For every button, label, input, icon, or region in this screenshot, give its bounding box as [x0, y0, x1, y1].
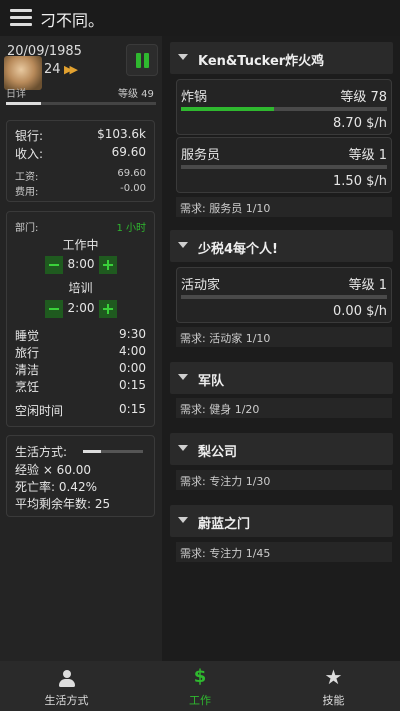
department-period[interactable]: 1 小时: [116, 219, 146, 234]
lifestyle-panel[interactable]: 生活方式: 经验 × 60.00 死亡率: 0.42% 平均剩余年数: 25: [6, 435, 155, 517]
schedule-panel: 部门: 1 小时 工作中 8:00 培训 2:00 睡觉 9:30 旅行 4:0…: [6, 211, 155, 427]
death-rate: 死亡率: 0.42%: [15, 480, 97, 494]
department-label: 部门:: [15, 223, 39, 234]
expense-label: 费用:: [15, 187, 39, 198]
working-hours-stepper: 8:00: [45, 256, 117, 274]
requirement-text: 需求: 专注力 1/45: [176, 542, 392, 562]
schedule-row: 清洁 0:00: [15, 361, 146, 377]
fast-forward-icon[interactable]: ▶▶: [64, 63, 78, 76]
character-caption: 日详: [6, 89, 26, 100]
training-label: 培训: [68, 281, 93, 295]
schedule-row: 旅行 4:00: [15, 344, 146, 360]
character-level: 等级 49: [118, 89, 154, 100]
job-waiter[interactable]: 服务员 等级 1 1.50 $/h: [176, 137, 392, 193]
bottom-nav: 生活方式 $ 工作 ★ 技能: [0, 661, 400, 711]
character-age: 24: [44, 62, 61, 77]
job-fryer[interactable]: 炸锅 等级 78 8.70 $/h: [176, 79, 392, 135]
tab-lifestyle[interactable]: 生活方式: [0, 661, 133, 711]
dollar-icon: $: [193, 666, 207, 687]
job-progress-bar: [181, 165, 387, 169]
training-hours-value: 2:00: [67, 301, 95, 315]
job-progress-bar: [181, 107, 387, 111]
requirement-text: 需求: 专注力 1/30: [176, 470, 392, 490]
plus-icon[interactable]: [99, 300, 117, 318]
minus-icon[interactable]: [45, 300, 63, 318]
xp-multiplier: 经验 × 60.00: [15, 463, 92, 477]
person-icon: [58, 670, 75, 688]
bank-label: 银行:: [15, 129, 44, 143]
requirement-text: 需求: 服务员 1/10: [176, 197, 392, 217]
lifestyle-bar: [83, 450, 143, 453]
pause-icon: [136, 53, 141, 68]
bank-value: $103.6k: [97, 127, 146, 141]
job-progress-bar: [181, 295, 387, 299]
income-value: 69.60: [111, 145, 146, 159]
star-icon: ★: [324, 665, 343, 689]
working-hours-value: 8:00: [67, 257, 95, 271]
app-title: 刁不同。: [40, 11, 105, 30]
requirement-text: 需求: 活动家 1/10: [176, 327, 392, 347]
chevron-down-icon: [178, 374, 188, 380]
minus-icon[interactable]: [45, 256, 63, 274]
chevron-down-icon: [178, 445, 188, 451]
schedule-row: 烹饪 0:15: [15, 378, 146, 394]
section-header-tax[interactable]: 少税4每个人!: [170, 230, 393, 262]
top-bar: 刁不同。: [0, 0, 400, 36]
training-hours-stepper: 2:00: [45, 300, 117, 318]
section-header-pear[interactable]: 梨公司: [170, 433, 393, 465]
hamburger-menu-icon[interactable]: [10, 9, 32, 27]
avg-remaining-years: 平均剩余年数: 25: [15, 497, 111, 511]
income-label: 收入:: [15, 147, 44, 161]
tab-work[interactable]: $ 工作: [133, 661, 267, 711]
section-header-azure[interactable]: 蔚蓝之门: [170, 505, 393, 537]
section-header-ken-tucker[interactable]: Ken&Tucker炸火鸡: [170, 42, 393, 74]
chevron-down-icon: [178, 54, 188, 60]
expense-value: -0.00: [120, 183, 146, 194]
section-header-army[interactable]: 军队: [170, 362, 393, 394]
xp-progress-bar: [6, 102, 156, 105]
finance-panel: 银行: $103.6k 收入: 69.60 工资: 69.60 费用: -0.0…: [6, 120, 155, 202]
plus-icon[interactable]: [99, 256, 117, 274]
wage-value: 69.60: [117, 168, 146, 179]
jobs-list: Ken&Tucker炸火鸡 炸锅 等级 78 8.70 $/h 服务员 等级 1…: [162, 36, 400, 661]
free-time-row: 空闲时间 0:15: [15, 402, 146, 418]
job-activist[interactable]: 活动家 等级 1 0.00 $/h: [176, 267, 392, 323]
chevron-down-icon: [178, 242, 188, 248]
status-sidebar: 20/09/1985 24 ▶▶ 日详 等级 49 银行: $103.6k 收入…: [0, 36, 162, 661]
schedule-row: 睡觉 9:30: [15, 327, 146, 343]
requirement-text: 需求: 健身 1/20: [176, 398, 392, 418]
chevron-down-icon: [178, 517, 188, 523]
wage-label: 工资:: [15, 172, 39, 183]
working-label: 工作中: [62, 238, 99, 252]
tab-skills[interactable]: ★ 技能: [267, 661, 400, 711]
pause-button[interactable]: [126, 44, 158, 76]
